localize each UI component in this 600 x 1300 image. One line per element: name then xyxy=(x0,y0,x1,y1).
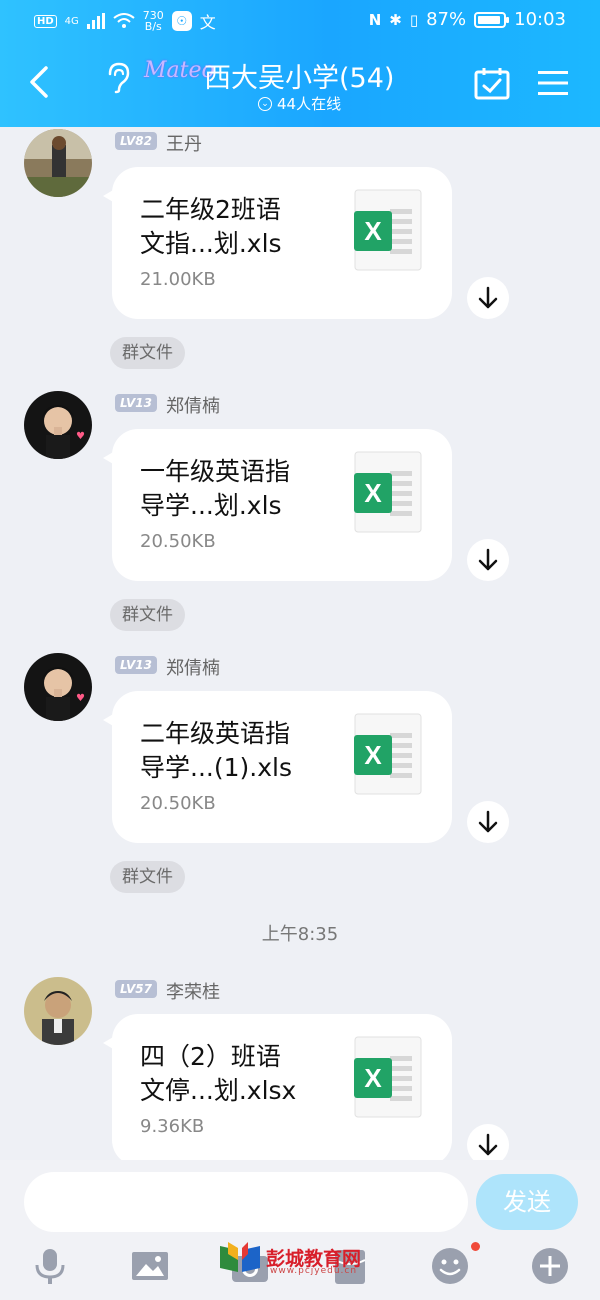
hd-indicator: HD xyxy=(34,14,57,28)
svg-text:X: X xyxy=(364,216,382,246)
group-file-tag: 群文件 xyxy=(110,337,185,369)
calendar-icon[interactable] xyxy=(474,66,510,100)
network-type: 4G xyxy=(64,15,79,27)
message-input[interactable] xyxy=(24,1172,468,1232)
status-bar: HD 4G 730 B/s ☉ 文 N ✱ ▯ 87% 10:03 xyxy=(0,0,600,42)
timestamp: 上午8:35 xyxy=(261,924,339,945)
battery-icon xyxy=(474,11,510,28)
avatar[interactable] xyxy=(24,129,92,197)
watermark-url: www.pcjyedu.cn xyxy=(270,1266,358,1276)
sender-name[interactable]: 李荣桂 xyxy=(166,978,220,1004)
svg-text:X: X xyxy=(364,740,382,770)
avatar[interactable] xyxy=(24,977,92,1045)
excel-file-icon: X xyxy=(354,713,422,795)
file-name: 一年级英语指 导学...划.xls xyxy=(140,457,291,520)
input-bar: 发送 彭城教育网 www.pcjyedu.cn xyxy=(0,1160,600,1300)
arrow-down-icon xyxy=(478,548,498,571)
download-button[interactable] xyxy=(467,277,509,319)
sender-name[interactable]: 郑倩楠 xyxy=(166,654,220,680)
svg-text:X: X xyxy=(364,478,382,508)
file-message[interactable]: 二年级英语指 导学...(1).xls 20.50KB X xyxy=(103,691,452,843)
chat-header: HD 4G 730 B/s ☉ 文 N ✱ ▯ 87% 10:03 Mateo 西… xyxy=(0,0,600,127)
sender-name[interactable]: 王丹 xyxy=(166,130,202,156)
level-badge: LV13 xyxy=(115,656,157,674)
level-badge: LV57 xyxy=(115,980,157,998)
file-size: 20.50KB xyxy=(140,531,216,552)
bluetooth-icon: ✱ xyxy=(389,10,402,29)
watermark-logo-icon xyxy=(220,1242,260,1272)
group-file-tag: 群文件 xyxy=(110,599,185,631)
nfc-icon: N xyxy=(368,10,382,29)
svg-text:♥: ♥ xyxy=(76,431,85,442)
level-badge: LV82 xyxy=(115,132,157,150)
file-size: 9.36KB xyxy=(140,1116,205,1137)
avatar[interactable]: ♥ xyxy=(24,391,92,459)
file-size: 21.00KB xyxy=(140,269,216,290)
sender-name[interactable]: 郑倩楠 xyxy=(166,392,220,418)
download-button[interactable] xyxy=(467,801,509,843)
level-badge: LV13 xyxy=(115,394,157,412)
send-button[interactable]: 发送 xyxy=(476,1174,578,1230)
excel-file-icon: X xyxy=(354,189,422,271)
image-icon[interactable] xyxy=(130,1246,170,1286)
online-count[interactable]: ⌄ 44人在线 xyxy=(258,93,341,114)
assistant-app-icon: ☉ xyxy=(171,11,192,31)
vibrate-icon: ▯ xyxy=(409,10,419,29)
excel-file-icon: X xyxy=(354,451,422,533)
file-size: 20.50KB xyxy=(140,793,216,814)
file-name: 二年级2班语 文指...划.xls xyxy=(140,195,282,258)
file-name: 二年级英语指 导学...(1).xls xyxy=(140,719,292,782)
watermark: 彭城教育网 www.pcjyedu.cn xyxy=(218,1240,361,1276)
arrow-down-icon xyxy=(478,810,498,833)
signal-icon xyxy=(86,13,105,29)
notification-dot xyxy=(471,1242,480,1251)
svg-text:♥: ♥ xyxy=(76,693,85,704)
clock: 10:03 xyxy=(514,9,566,30)
wifi-icon xyxy=(113,13,135,28)
download-button[interactable] xyxy=(467,539,509,581)
file-message[interactable]: 二年级2班语 文指...划.xls 21.00KB X xyxy=(103,167,452,319)
network-speed: 730 B/s xyxy=(142,9,164,33)
file-message[interactable]: 一年级英语指 导学...划.xls 20.50KB X xyxy=(103,429,452,581)
group-title[interactable]: 西大吴小学(54) xyxy=(204,56,394,95)
emoji-icon[interactable] xyxy=(430,1246,470,1286)
menu-icon[interactable] xyxy=(538,70,568,96)
svg-text:X: X xyxy=(364,1063,382,1093)
avatar[interactable]: ♥ xyxy=(24,653,92,721)
plus-icon[interactable] xyxy=(530,1246,570,1286)
translate-app-icon: 文 xyxy=(199,13,216,32)
excel-file-icon: X xyxy=(354,1036,422,1118)
earpiece-mode-icon[interactable] xyxy=(104,60,132,94)
battery-percent: 87% xyxy=(426,9,467,30)
file-name: 四（2）班语 文停...划.xlsx xyxy=(140,1042,297,1105)
arrow-down-icon xyxy=(478,286,498,309)
microphone-icon[interactable] xyxy=(30,1246,70,1286)
back-icon[interactable] xyxy=(22,62,58,102)
chevron-down-icon: ⌄ xyxy=(258,96,272,111)
arrow-down-icon xyxy=(478,1133,498,1156)
file-message[interactable]: 四（2）班语 文停...划.xlsx 9.36KB X xyxy=(103,1014,452,1166)
group-file-tag: 群文件 xyxy=(110,861,185,893)
